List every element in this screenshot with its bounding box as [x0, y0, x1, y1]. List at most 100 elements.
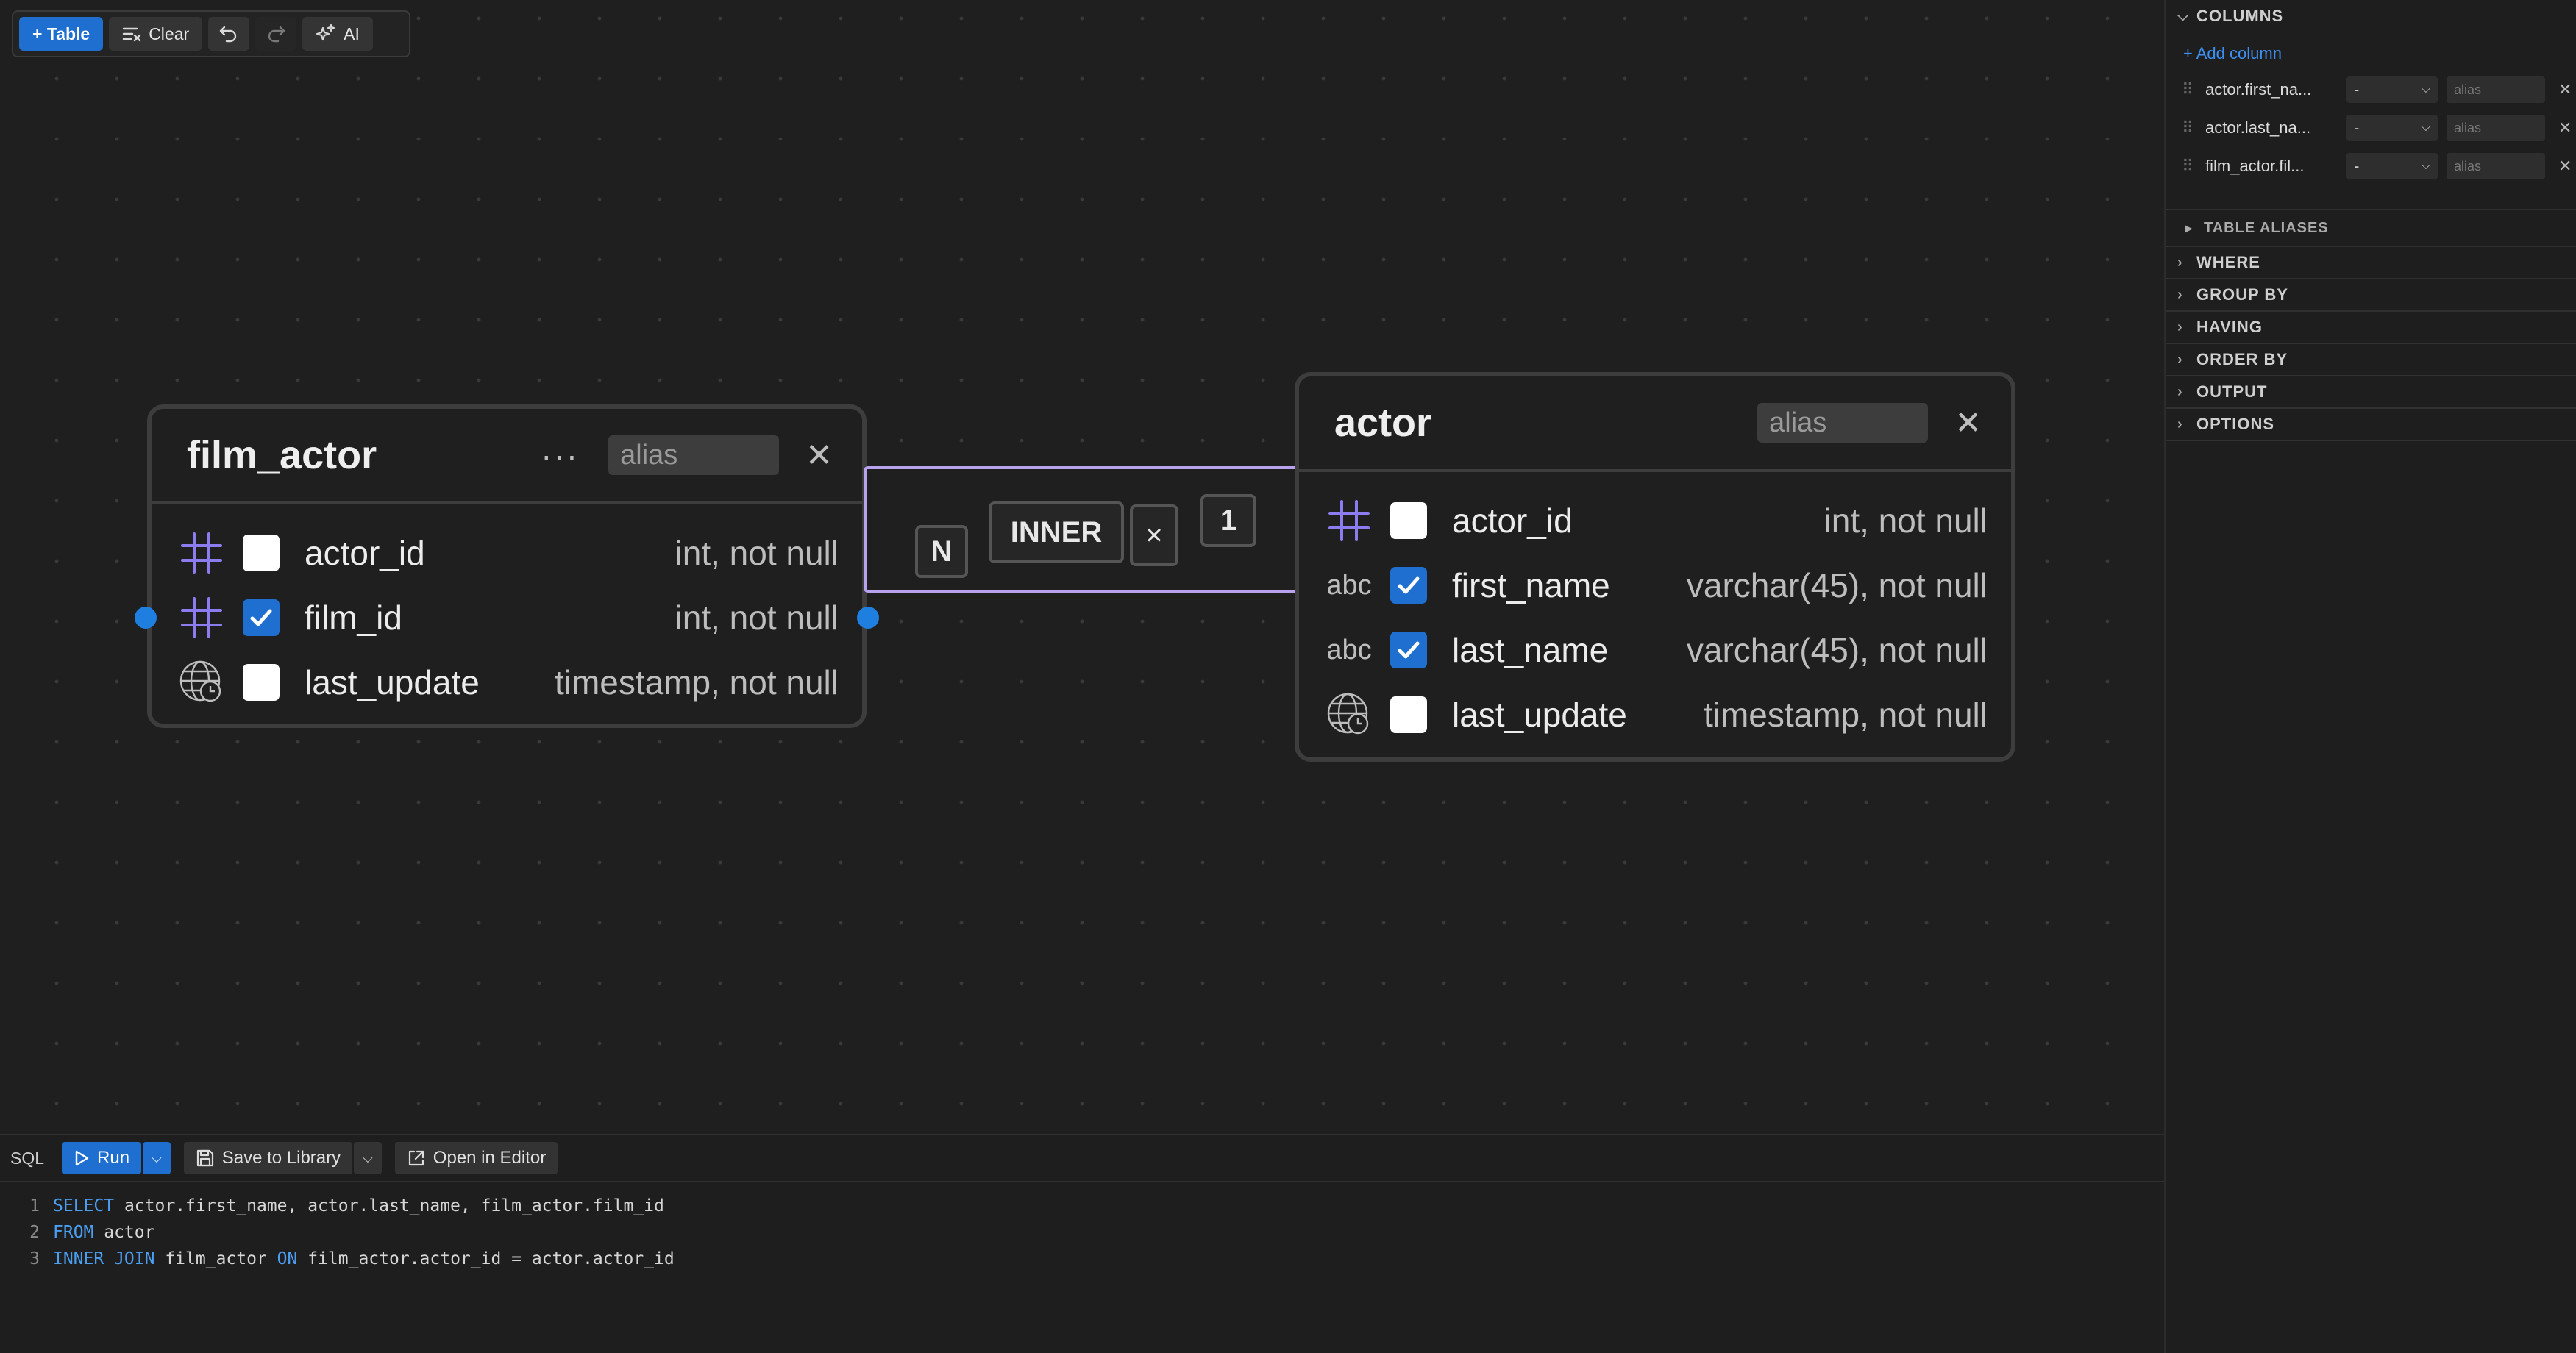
column-alias-input[interactable]: alias: [2447, 76, 2545, 103]
column-checkbox[interactable]: [243, 664, 280, 701]
hash-icon: [177, 528, 227, 578]
drag-handle-icon[interactable]: ⠿: [2182, 118, 2196, 138]
table-card-header[interactable]: film_actor ··· alias ✕: [152, 409, 862, 504]
right-cardinality[interactable]: 1: [1200, 494, 1256, 547]
close-table-icon[interactable]: ✕: [1954, 404, 1982, 442]
table-card-header[interactable]: actor alias ✕: [1299, 376, 2011, 472]
section-title: TABLE ALIASES: [2204, 219, 2329, 236]
join-type-button[interactable]: INNER: [989, 501, 1124, 563]
order-by-section[interactable]: › ORDER BY: [2166, 344, 2576, 376]
column-checkbox[interactable]: [1390, 567, 1427, 604]
column-name: actor_id: [305, 534, 425, 572]
remove-column-icon[interactable]: ✕: [2558, 80, 2572, 99]
column-name: first_name: [1452, 566, 1610, 604]
aggregate-select[interactable]: - ⌵: [2346, 153, 2438, 179]
code-line: 3 INNER JOIN film_actor ON film_actor.act…: [0, 1246, 2164, 1272]
more-options-icon[interactable]: ···: [541, 435, 579, 475]
column-checkbox[interactable]: [1390, 696, 1427, 733]
column-row-last-update[interactable]: last_update timestamp, not null: [1299, 682, 2011, 747]
options-section[interactable]: › OPTIONS: [2166, 409, 2576, 441]
table-aliases-section[interactable]: ▶ TABLE ALIASES: [2166, 210, 2576, 247]
column-row-actor-id[interactable]: actor_id int, not null: [1299, 488, 2011, 553]
run-options-dropdown[interactable]: ⌵: [143, 1142, 171, 1174]
sql-keyword: FROM: [53, 1223, 94, 1242]
join-selector[interactable]: N INNER × 1: [864, 466, 1305, 593]
save-options-dropdown[interactable]: ⌵: [354, 1142, 382, 1174]
column-checkbox[interactable]: [1390, 632, 1427, 668]
sql-keyword: ON: [277, 1249, 298, 1268]
column-type: varchar(45), not null: [1686, 566, 1988, 604]
add-column-link[interactable]: + Add column: [2166, 32, 2576, 71]
hash-icon: [1324, 496, 1374, 546]
section-title: OPTIONS: [2196, 415, 2275, 433]
sql-text: actor: [93, 1223, 155, 1242]
hash-icon: [177, 593, 227, 643]
save-to-library-button[interactable]: Save to Library: [183, 1142, 353, 1174]
chevron-down-icon: ⌵: [2421, 160, 2430, 172]
left-cardinality[interactable]: N: [915, 525, 968, 578]
clock-globe-icon: [177, 657, 227, 707]
run-label: Run: [97, 1148, 130, 1168]
columns-section-header[interactable]: ⌵ COLUMNS: [2166, 0, 2576, 32]
section-title: ORDER BY: [2196, 350, 2288, 368]
sql-text: film_actor.actor_id = actor.actor_id: [297, 1249, 675, 1268]
table-alias-input[interactable]: alias: [608, 435, 780, 475]
column-row-last-name[interactable]: abc last_name varchar(45), not null: [1299, 618, 2011, 682]
where-section[interactable]: › WHERE: [2166, 247, 2576, 279]
table-name: actor: [1334, 401, 1432, 445]
column-row-last-update[interactable]: last_update timestamp, not null: [152, 650, 862, 715]
column-row-actor-id[interactable]: actor_id int, not null: [152, 521, 862, 585]
save-icon: [196, 1149, 213, 1167]
check-icon: [250, 609, 272, 626]
output-column-row: ⠿ film_actor.fil... - ⌵ alias ✕: [2166, 147, 2576, 185]
column-checkbox[interactable]: [243, 599, 280, 636]
column-name: last_name: [1452, 631, 1609, 669]
sql-code-editor[interactable]: 1 SELECT actor.first_name, actor.last_nam…: [0, 1182, 2164, 1272]
column-type: varchar(45), not null: [1686, 631, 1988, 669]
aggregate-value: -: [2354, 118, 2360, 137]
column-alias-input[interactable]: alias: [2447, 153, 2545, 179]
table-alias-input[interactable]: alias: [1757, 403, 1929, 443]
aggregate-value: -: [2354, 157, 2360, 175]
aggregate-select[interactable]: - ⌵: [2346, 115, 2438, 141]
chevron-right-icon: ›: [2177, 415, 2183, 432]
column-checkbox[interactable]: [243, 535, 280, 571]
table-card-actor[interactable]: actor alias ✕ actor_id int, not null abc…: [1295, 372, 2015, 762]
column-name: film_id: [305, 599, 402, 637]
drag-handle-icon[interactable]: ⠿: [2182, 80, 2196, 99]
table-card-film-actor[interactable]: film_actor ··· alias ✕ actor_id int, not…: [135, 404, 879, 728]
remove-column-icon[interactable]: ✕: [2558, 118, 2572, 138]
chevron-down-icon: ⌵: [363, 1150, 373, 1165]
chevron-right-icon: ›: [2177, 286, 2183, 303]
drag-handle-icon[interactable]: ⠿: [2182, 157, 2196, 176]
section-title: OUTPUT: [2196, 382, 2268, 401]
play-icon: [75, 1150, 89, 1166]
sql-text: film_actor: [154, 1249, 277, 1268]
open-label: Open in Editor: [433, 1148, 547, 1168]
open-in-editor-button[interactable]: Open in Editor: [394, 1142, 558, 1174]
run-button[interactable]: Run: [62, 1142, 142, 1174]
remove-join-button[interactable]: ×: [1130, 504, 1178, 566]
column-row-first-name[interactable]: abc first_name varchar(45), not null: [1299, 553, 2011, 618]
aggregate-select[interactable]: - ⌵: [2346, 76, 2438, 103]
column-alias-input[interactable]: alias: [2447, 115, 2545, 141]
query-canvas[interactable]: + Table Clear AI film_actor ··· alias ✕ …: [0, 0, 2164, 1134]
column-type: timestamp, not null: [1703, 696, 1988, 734]
having-section[interactable]: › HAVING: [2166, 312, 2576, 344]
triangle-right-icon: ▶: [2185, 221, 2193, 234]
column-checkbox[interactable]: [1390, 502, 1427, 539]
join-handle-left[interactable]: [135, 607, 157, 629]
group-by-section[interactable]: › GROUP BY: [2166, 279, 2576, 312]
sql-keyword: SELECT: [53, 1196, 115, 1215]
code-line: 1 SELECT actor.first_name, actor.last_nam…: [0, 1193, 2164, 1219]
check-icon: [1398, 576, 1420, 594]
output-section[interactable]: › OUTPUT: [2166, 376, 2576, 409]
code-line: 2 FROM actor: [0, 1219, 2164, 1246]
section-title: COLUMNS: [2196, 7, 2284, 25]
remove-column-icon[interactable]: ✕: [2558, 157, 2572, 176]
sql-keyword: INNER JOIN: [53, 1249, 155, 1268]
join-handle-right[interactable]: [857, 607, 879, 629]
chevron-down-icon: ⌵: [2177, 7, 2190, 24]
close-table-icon[interactable]: ✕: [805, 437, 833, 474]
column-row-film-id[interactable]: film_id int, not null: [135, 585, 879, 650]
